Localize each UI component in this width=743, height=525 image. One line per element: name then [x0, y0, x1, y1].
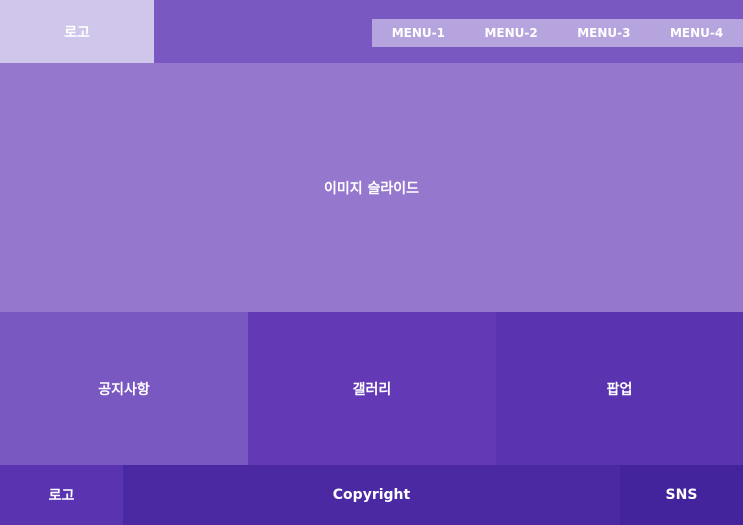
footer-logo[interactable]: 로고 — [0, 465, 123, 525]
popup-box[interactable]: 팝업 — [496, 312, 743, 465]
nav-item-menu-1[interactable]: MENU-1 — [372, 19, 465, 47]
footer-sns[interactable]: SNS — [620, 465, 743, 525]
image-slider[interactable]: 이미지 슬라이드 — [0, 63, 743, 312]
image-slider-label: 이미지 슬라이드 — [323, 180, 420, 197]
header: 로고 MENU-1 MENU-2 MENU-3 MENU-4 — [0, 0, 743, 63]
gallery-box[interactable]: 갤러리 — [248, 312, 496, 465]
footer-copyright: Copyright — [123, 465, 620, 525]
nav-item-menu-4[interactable]: MENU-4 — [650, 19, 743, 47]
nav-item-menu-3[interactable]: MENU-3 — [558, 19, 651, 47]
notice-box[interactable]: 공지사항 — [0, 312, 248, 465]
gallery-title: 갤러리 — [352, 381, 392, 398]
notice-title: 공지사항 — [98, 381, 150, 398]
header-logo[interactable]: 로고 — [0, 0, 154, 63]
footer: 로고 Copyright SNS — [0, 465, 743, 525]
nav-item-menu-2[interactable]: MENU-2 — [465, 19, 558, 47]
page: 로고 MENU-1 MENU-2 MENU-3 MENU-4 이미지 슬라이드 … — [0, 0, 743, 525]
main-nav: MENU-1 MENU-2 MENU-3 MENU-4 — [372, 19, 743, 47]
popup-title: 팝업 — [606, 381, 633, 398]
contents-section: 공지사항 갤러리 팝업 — [0, 312, 743, 465]
